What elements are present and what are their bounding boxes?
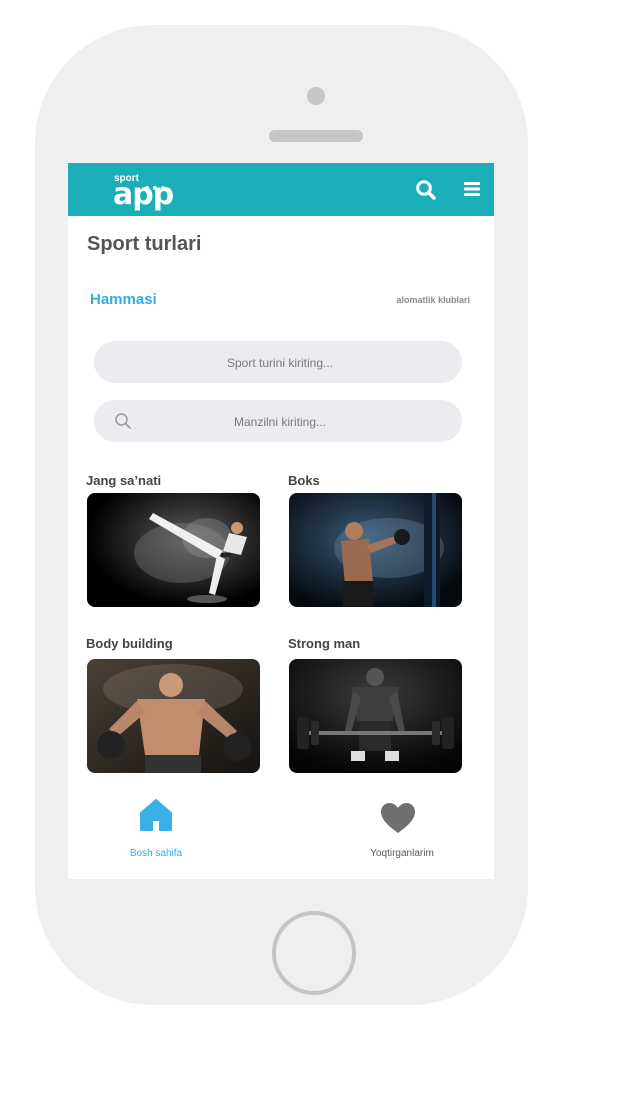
- address-field[interactable]: [94, 400, 466, 444]
- nav-home-label: Bosh sahifa: [129, 848, 183, 859]
- sport-type-input[interactable]: [94, 341, 466, 385]
- front-camera: [307, 87, 325, 105]
- sport-type-field[interactable]: [94, 341, 466, 385]
- bodybuilding-photo[interactable]: [87, 659, 260, 773]
- category-label: Jang sa’nati: [86, 473, 162, 488]
- address-input[interactable]: [94, 400, 466, 444]
- strongman-photo[interactable]: [289, 659, 462, 773]
- top-bar: sport app: [68, 163, 494, 216]
- tab-all[interactable]: Hammasi: [90, 291, 157, 308]
- app-logo[interactable]: sport app: [113, 173, 178, 212]
- bottom-nav: Bosh sahifa Yoqtirganlarim: [68, 791, 494, 879]
- menu-icon[interactable]: [462, 180, 482, 198]
- nav-home[interactable]: Bosh sahifa: [108, 791, 208, 866]
- app-screen: sport app Sport turlari Hammasi alomatli…: [68, 163, 494, 879]
- heart-icon: [380, 802, 416, 834]
- earpiece-speaker: [269, 130, 363, 142]
- search-icon[interactable]: [415, 179, 437, 201]
- category-label: Boks: [288, 473, 320, 488]
- karate-photo[interactable]: [87, 493, 260, 607]
- category-label: Strong man: [288, 636, 361, 651]
- tab-clubs[interactable]: alomatlik klublari: [396, 295, 470, 305]
- category-label: Body building: [86, 636, 173, 651]
- nav-favorites-label: Yoqtirganlarim: [370, 848, 434, 859]
- page-title: Sport turlari: [87, 233, 202, 255]
- home-icon: [139, 798, 173, 832]
- logo-big-text: app: [113, 177, 174, 212]
- boxing-photo[interactable]: [289, 493, 462, 607]
- home-hardware-button[interactable]: [272, 911, 356, 995]
- nav-favorites[interactable]: Yoqtirganlarim: [348, 791, 458, 866]
